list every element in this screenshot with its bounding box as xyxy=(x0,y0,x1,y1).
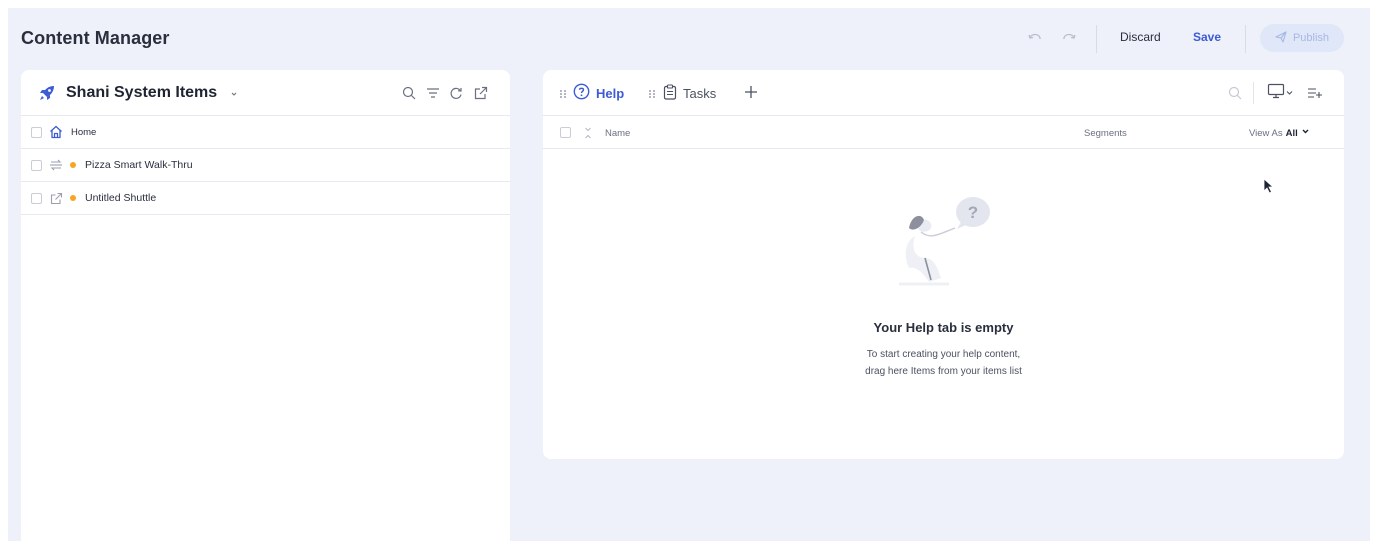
add-list-icon[interactable] xyxy=(1306,84,1324,102)
select-all-checkbox[interactable] xyxy=(560,127,571,138)
send-icon xyxy=(1275,30,1287,46)
walkthru-icon xyxy=(49,158,63,172)
empty-state-description: To start creating your help content, xyxy=(866,349,1021,360)
empty-state-title: Your Help tab is empty xyxy=(873,320,1014,335)
refresh-icon[interactable] xyxy=(448,85,464,101)
item-checkbox[interactable] xyxy=(31,159,42,171)
item-checkbox[interactable] xyxy=(31,126,42,138)
undo-icon[interactable] xyxy=(1026,30,1044,48)
drag-handle-icon[interactable] xyxy=(648,87,656,99)
monitor-icon xyxy=(1267,83,1285,104)
table-header: Name Segments View As All xyxy=(543,116,1344,149)
chevron-down-icon xyxy=(1285,84,1294,102)
list-item[interactable]: Home xyxy=(21,116,510,149)
shuttle-icon xyxy=(49,191,63,205)
list-item[interactable]: Pizza Smart Walk-Thru xyxy=(21,149,510,182)
device-selector[interactable] xyxy=(1265,83,1295,104)
search-icon[interactable] xyxy=(401,85,417,101)
header-divider xyxy=(1096,25,1097,53)
column-segments-header[interactable]: Segments xyxy=(1084,128,1127,139)
empty-state-illustration: ? xyxy=(891,192,1001,292)
item-label: Untitled Shuttle xyxy=(85,192,157,204)
discard-button[interactable]: Discard xyxy=(1120,30,1161,44)
item-label: Home xyxy=(71,126,97,138)
status-dot xyxy=(70,195,76,201)
page-title: Content Manager xyxy=(21,28,170,48)
toolbar-divider xyxy=(1253,82,1254,104)
items-panel-title: Shani System Items xyxy=(66,84,218,101)
view-as-label: View As xyxy=(1249,127,1283,139)
save-button[interactable]: Save xyxy=(1193,30,1221,44)
help-panel-header: Help Tasks xyxy=(543,70,1344,116)
collapse-icon[interactable] xyxy=(583,126,593,140)
content-manager-app: Content Manager Discard Save Publish Sha… xyxy=(8,8,1370,541)
svg-text:?: ? xyxy=(968,203,978,222)
clipboard-icon xyxy=(663,83,677,103)
column-name-header[interactable]: Name xyxy=(605,128,630,139)
item-checkbox[interactable] xyxy=(31,192,42,204)
search-icon[interactable] xyxy=(1227,84,1243,102)
items-panel-header: Shani System Items xyxy=(21,70,510,116)
add-tab-icon[interactable] xyxy=(743,84,759,100)
header-divider xyxy=(1245,25,1246,53)
tab-help[interactable]: Help xyxy=(573,83,624,103)
publish-button[interactable]: Publish xyxy=(1260,24,1344,52)
tab-tasks-label: Tasks xyxy=(683,85,717,101)
item-label: Pizza Smart Walk-Thru xyxy=(85,159,193,171)
tab-tasks[interactable]: Tasks xyxy=(663,83,716,103)
view-as-value: All xyxy=(1285,127,1298,139)
empty-state-description: drag here Items from your items list xyxy=(865,366,1022,377)
tab-help-label: Help xyxy=(596,85,625,101)
rocket-icon xyxy=(37,83,57,103)
mouse-cursor-icon xyxy=(1263,178,1275,194)
status-dot xyxy=(70,162,76,168)
drag-handle-icon[interactable] xyxy=(559,87,567,99)
filter-icon[interactable] xyxy=(425,85,441,101)
publish-label: Publish xyxy=(1292,32,1330,44)
chevron-down-icon[interactable] xyxy=(228,87,240,99)
list-item[interactable]: Untitled Shuttle xyxy=(21,182,510,215)
help-panel: Help Tasks Name Segments View As All ? Y… xyxy=(543,70,1344,459)
items-panel: Shani System Items Home Pizza Smart Walk… xyxy=(21,70,510,541)
help-circle-icon xyxy=(573,83,590,103)
external-link-icon[interactable] xyxy=(473,85,489,101)
redo-icon[interactable] xyxy=(1060,30,1078,48)
view-as-dropdown[interactable]: View As All xyxy=(1249,127,1310,139)
chevron-down-icon xyxy=(1301,127,1310,139)
home-icon xyxy=(49,125,63,139)
